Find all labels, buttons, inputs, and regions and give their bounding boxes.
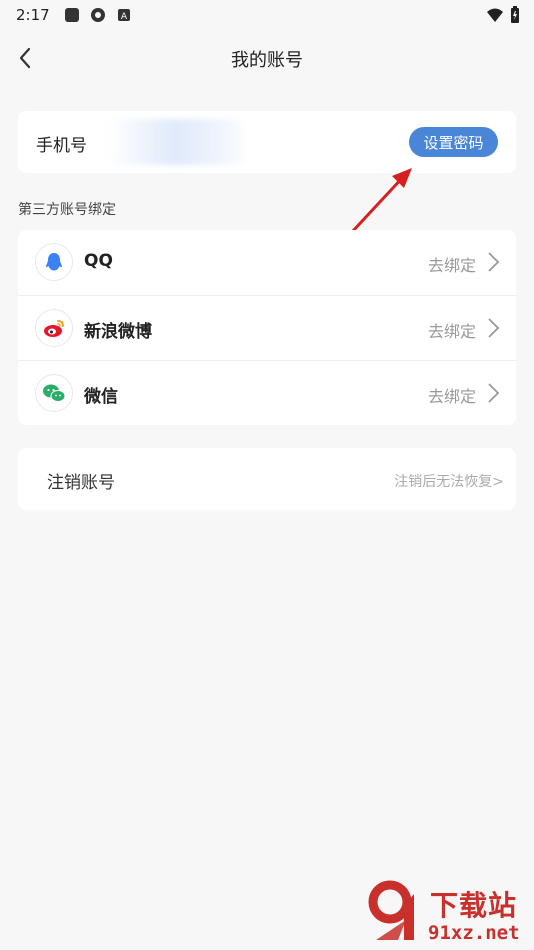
- third-party-section-label: 第三方账号绑定: [18, 202, 116, 218]
- app-notification-icon: [64, 8, 79, 22]
- bind-row-weibo[interactable]: 新浪微博 去绑定: [18, 295, 516, 360]
- chevron-right-icon: [488, 383, 500, 403]
- watermark: 下载站 91xz.net: [368, 880, 534, 950]
- shutter-icon: [90, 8, 105, 22]
- chevron-right-icon: [488, 318, 500, 338]
- status-time: 2:17: [16, 6, 50, 24]
- bind-name: QQ: [84, 251, 113, 271]
- wechat-icon: [35, 374, 73, 412]
- bind-action: 去绑定: [427, 256, 476, 275]
- watermark-brand: 下载站: [430, 889, 518, 922]
- cancel-account-label: 注销账号: [47, 473, 115, 493]
- page-title: 我的账号: [231, 50, 303, 71]
- battery-icon: [511, 6, 519, 23]
- status-bar: 2:17 A: [0, 0, 534, 30]
- bind-row-wechat[interactable]: 微信 去绑定: [18, 360, 516, 425]
- back-icon[interactable]: [14, 46, 38, 70]
- bind-action: 去绑定: [427, 387, 476, 406]
- wifi-icon: [487, 8, 503, 22]
- cancel-account-hint: 注销后无法恢复>: [394, 474, 504, 490]
- phone-number-redacted: [108, 119, 243, 165]
- watermark-logo-icon: [368, 880, 414, 940]
- watermark-domain: 91xz.net: [428, 922, 520, 944]
- chevron-right-icon: [488, 252, 500, 272]
- bind-name: 新浪微博: [84, 322, 152, 342]
- status-indicators: [486, 6, 520, 24]
- bind-row-qq[interactable]: QQ 去绑定: [18, 230, 516, 295]
- qq-icon: [35, 243, 73, 281]
- set-password-button[interactable]: 设置密码: [409, 127, 498, 157]
- bind-action: 去绑定: [427, 322, 476, 341]
- header: 我的账号: [0, 36, 534, 82]
- cancel-account-row[interactable]: 注销账号 注销后无法恢复>: [18, 448, 516, 510]
- font-a-icon: A: [117, 9, 130, 22]
- bind-name: 微信: [84, 387, 118, 407]
- third-party-card: QQ 去绑定 新浪微博 去绑定 微信 去绑定: [18, 230, 516, 425]
- weibo-icon: [35, 309, 73, 347]
- phone-label: 手机号: [36, 136, 87, 156]
- svg-text:A: A: [121, 12, 128, 22]
- phone-card: 手机号 设置密码: [18, 111, 516, 173]
